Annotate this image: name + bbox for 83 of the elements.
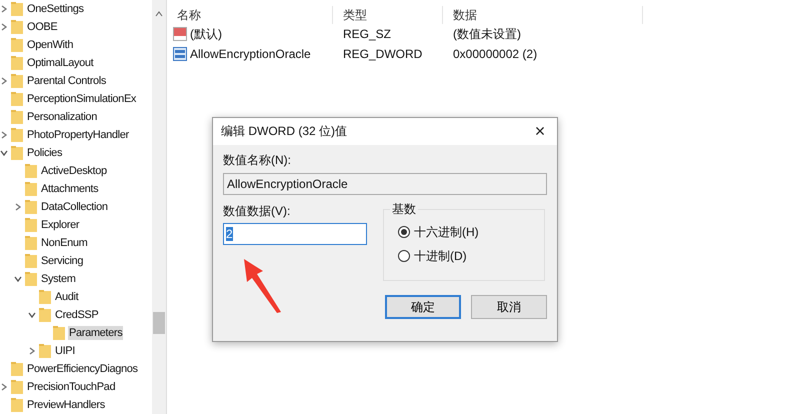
folder-icon	[53, 326, 65, 340]
tree-item[interactable]: Policies	[26, 146, 64, 160]
folder-icon	[11, 398, 23, 412]
folder-icon	[25, 164, 37, 178]
scroll-up-icon[interactable]	[155, 11, 163, 17]
folder-icon	[25, 272, 37, 286]
tree-item[interactable]: OpenWith	[26, 38, 74, 52]
value-name[interactable]: AllowEncryptionOracle	[190, 47, 311, 61]
chevron-down-icon[interactable]	[14, 275, 22, 283]
value-data: 0x00000002 (2)	[452, 47, 538, 61]
chevron-down-icon[interactable]	[0, 149, 8, 157]
folder-icon	[11, 56, 23, 70]
tree-item[interactable]: Attachments	[40, 182, 100, 196]
chevron-down-icon[interactable]	[28, 311, 36, 319]
folder-icon	[11, 380, 23, 394]
tree-item[interactable]: PrecisionTouchPad	[26, 380, 116, 394]
folder-icon	[11, 128, 23, 142]
folder-icon	[39, 308, 51, 322]
tree-item[interactable]: NonEnum	[40, 236, 88, 250]
dialog-button[interactable]: 确定	[385, 295, 461, 319]
scrollbar[interactable]	[152, 0, 166, 414]
value-name[interactable]: (默认)	[190, 26, 222, 42]
chevron-right-icon[interactable]	[0, 5, 8, 13]
folder-icon	[11, 146, 23, 160]
value-data: (数值未设置)	[452, 26, 522, 42]
tree-item[interactable]: UIPI	[54, 344, 76, 358]
folder-icon	[39, 290, 51, 304]
chevron-right-icon[interactable]	[28, 347, 36, 355]
folder-icon	[11, 2, 23, 16]
folder-icon	[11, 92, 23, 106]
close-button[interactable]: ×	[523, 118, 557, 145]
tree-item[interactable]: CredSSP	[54, 308, 100, 322]
tree-item[interactable]: DataCollection	[40, 200, 109, 214]
ab-icon	[173, 27, 187, 41]
tree-item[interactable]: PreviewHandlers	[26, 398, 106, 412]
column-header[interactable]: 数据	[443, 6, 643, 24]
value-data-field[interactable]: 2	[223, 223, 367, 245]
folder-icon	[25, 254, 37, 268]
folder-icon	[11, 110, 23, 124]
chevron-right-icon[interactable]	[0, 131, 8, 139]
tree-item[interactable]: Explorer	[40, 218, 80, 232]
column-header[interactable]: 名称	[167, 6, 333, 24]
dialog-title: 编辑 DWORD (32 位)值	[221, 123, 347, 140]
folder-icon	[25, 218, 37, 232]
field-label: 数值数据(V):	[223, 203, 292, 219]
folder-icon	[11, 20, 23, 34]
scrollbar-thumb[interactable]	[153, 312, 165, 334]
tree-item[interactable]: Parental Controls	[26, 74, 108, 88]
group-label: 基数	[390, 201, 418, 218]
folder-icon	[25, 182, 37, 196]
tree-item[interactable]: OptimalLayout	[26, 56, 94, 70]
value-type: REG_DWORD	[342, 47, 424, 61]
radio-button[interactable]	[398, 226, 410, 238]
tree-item[interactable]: Servicing	[40, 254, 84, 268]
binary-icon	[173, 47, 187, 61]
chevron-right-icon[interactable]	[14, 203, 22, 211]
chevron-right-icon[interactable]	[0, 383, 8, 391]
folder-icon	[39, 344, 51, 358]
tree-item[interactable]: Parameters	[68, 326, 124, 340]
chevron-right-icon[interactable]	[0, 77, 8, 85]
tree-item[interactable]: ActiveDesktop	[40, 164, 108, 178]
dialog-button[interactable]: 取消	[471, 295, 547, 319]
folder-icon	[11, 74, 23, 88]
chevron-right-icon[interactable]	[0, 23, 8, 31]
tree-item[interactable]: PhotoPropertyHandler	[26, 128, 130, 142]
tree-item[interactable]: OneSettings	[26, 2, 85, 16]
folder-icon	[11, 38, 23, 52]
value-type: REG_SZ	[342, 27, 392, 41]
tree-item[interactable]: PerceptionSimulationEx	[26, 92, 138, 106]
folder-icon	[11, 362, 23, 376]
folder-icon	[25, 200, 37, 214]
radio-label[interactable]: 十进制(D)	[414, 248, 467, 264]
tree-item[interactable]: OOBE	[26, 20, 58, 34]
tree-item[interactable]: System	[40, 272, 77, 286]
tree-item[interactable]: Audit	[54, 290, 80, 304]
tree-item[interactable]: PowerEfficiencyDiagnos	[26, 362, 139, 376]
column-header[interactable]: 类型	[333, 6, 443, 24]
field-label: 数值名称(N):	[223, 152, 292, 168]
radio-button[interactable]	[398, 250, 410, 262]
folder-icon	[25, 236, 37, 250]
radio-label[interactable]: 十六进制(H)	[414, 224, 479, 240]
value-name-field[interactable]: AllowEncryptionOracle	[223, 173, 547, 195]
tree-item[interactable]: Personalization	[26, 110, 98, 124]
